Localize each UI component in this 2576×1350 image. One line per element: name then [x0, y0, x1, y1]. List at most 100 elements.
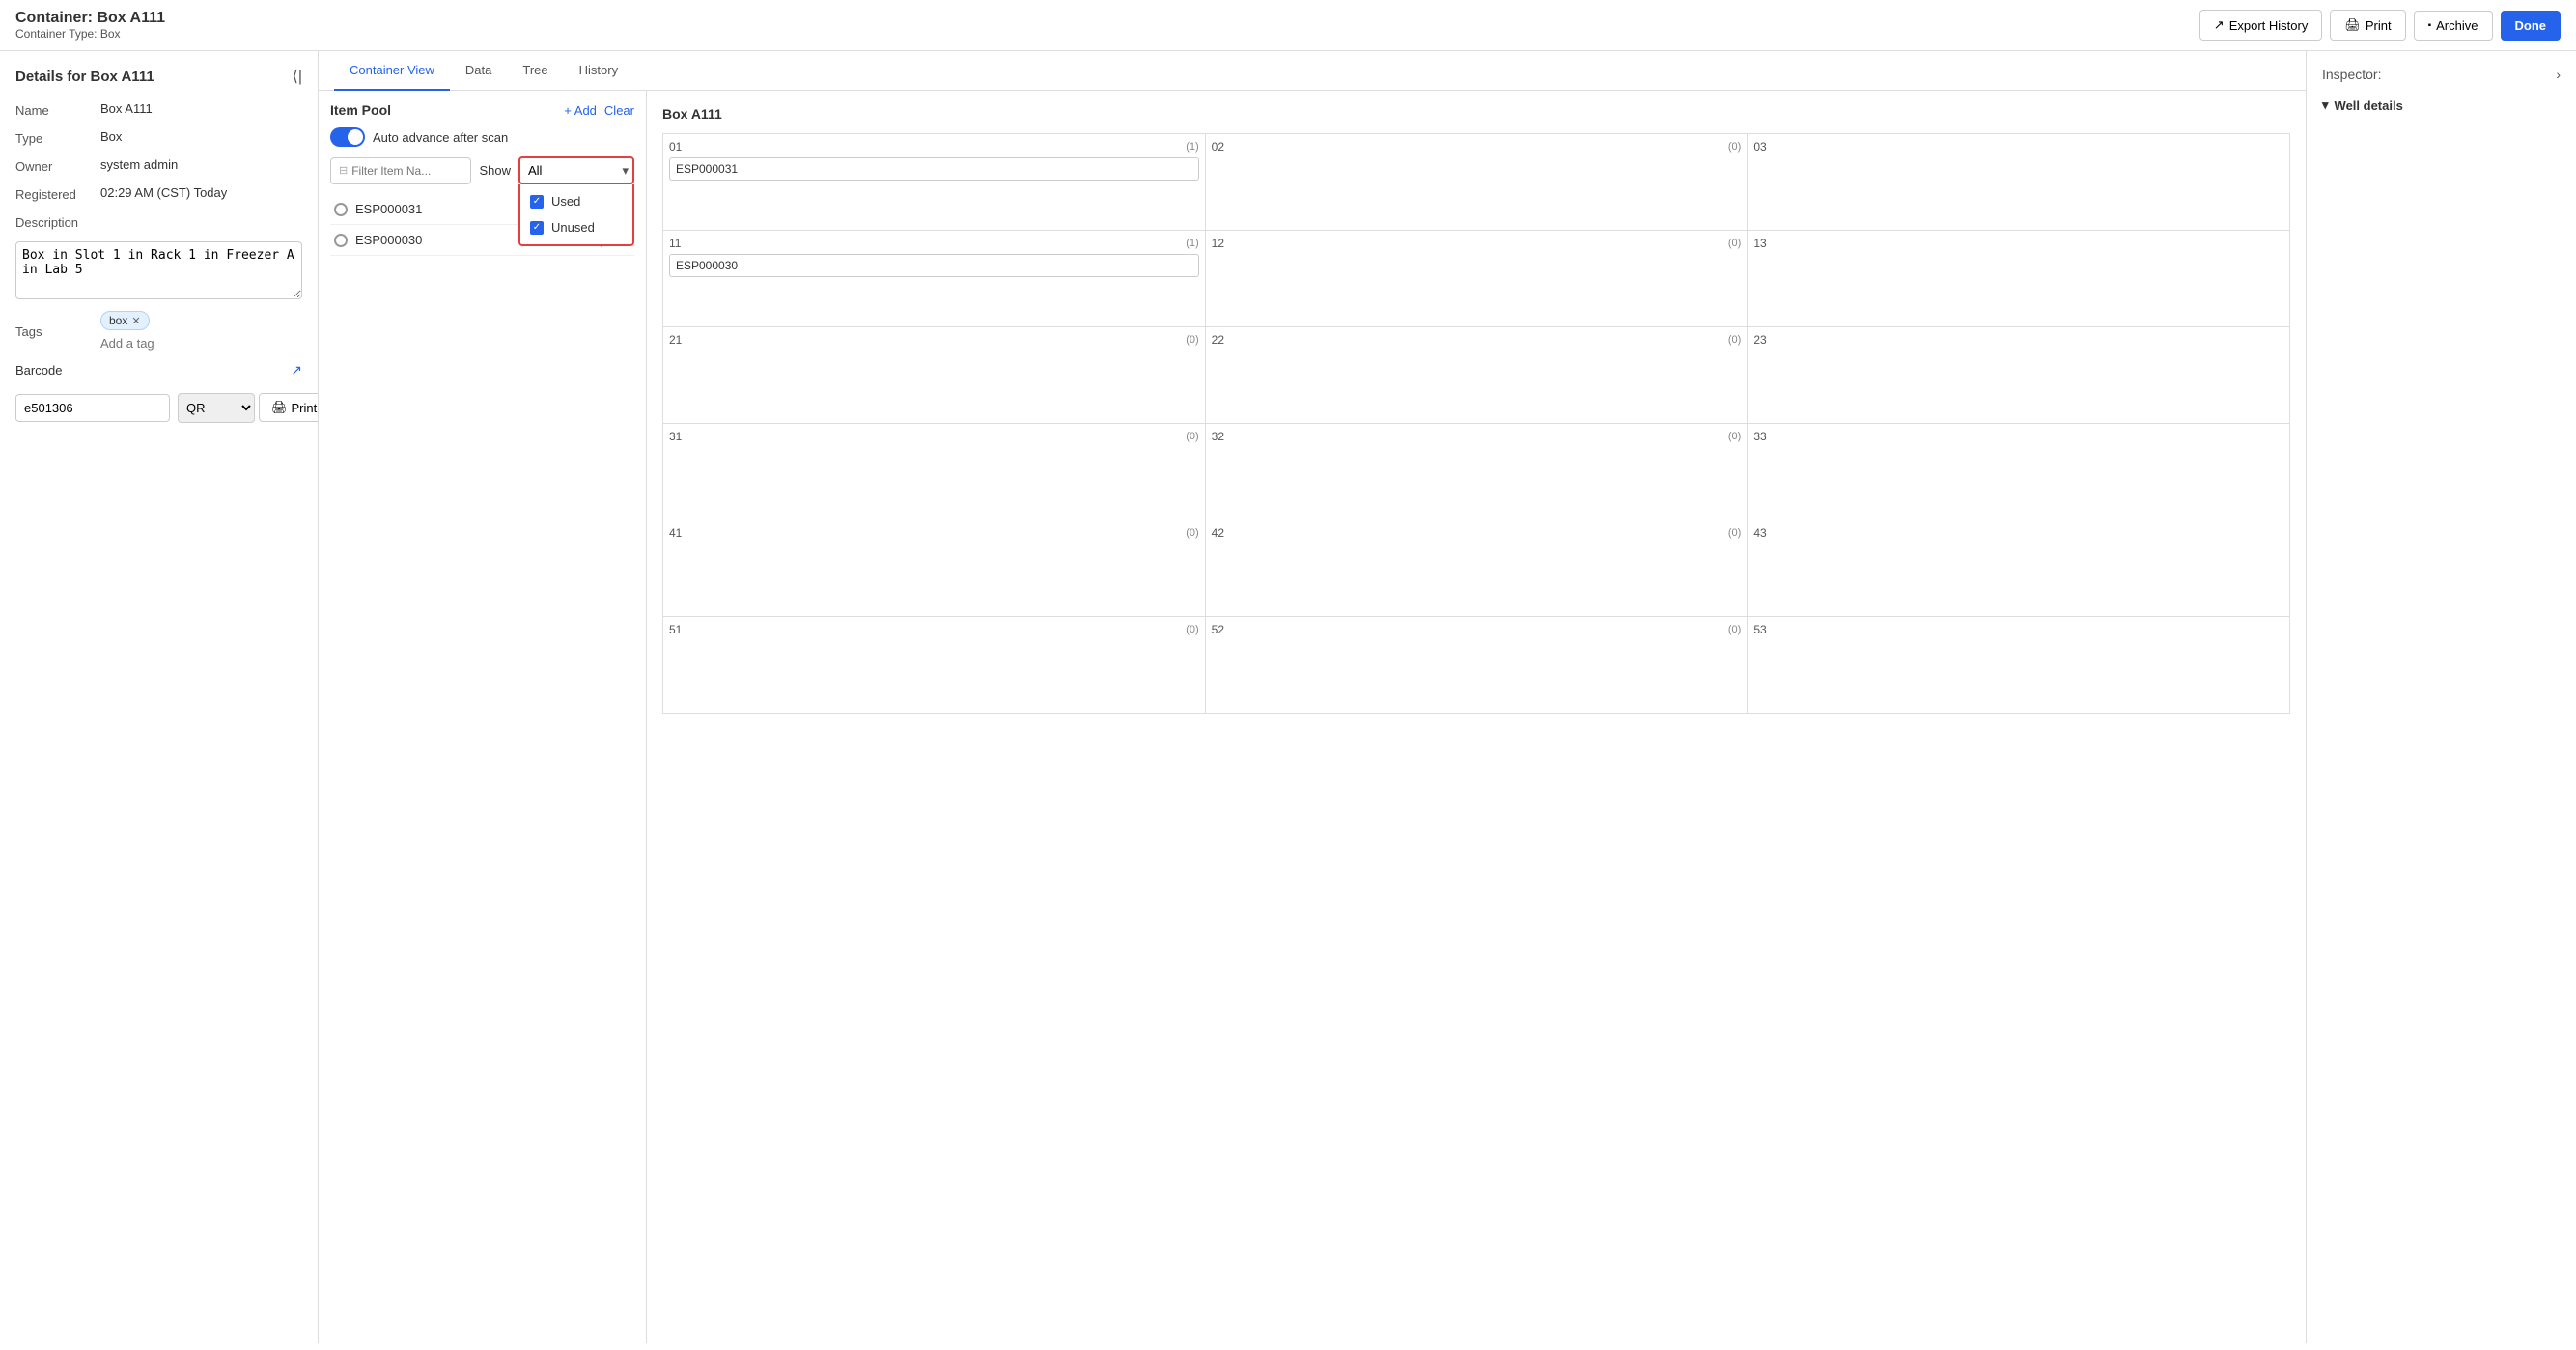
grid-cell[interactable]: 33 — [1748, 424, 2290, 520]
header-title-section: Container: Box A111 Container Type: Box — [15, 10, 165, 41]
cell-number: 12 — [1212, 237, 1224, 250]
grid-cell[interactable]: 03 — [1748, 134, 2290, 231]
grid-cell[interactable]: 12(0) — [1206, 231, 1749, 327]
unused-label: Unused — [551, 220, 595, 235]
barcode-input-row: QR 🖨 Print — [15, 384, 302, 431]
box-grid-area: Box A111 01(1)ESP00003102(0)03 11(1)ESP00… — [647, 91, 2306, 1343]
item-pool-title: Item Pool — [330, 102, 391, 118]
barcode-print-button[interactable]: 🖨 Print — [259, 393, 319, 422]
grid-cell[interactable]: 11(1)ESP000030 — [663, 231, 1206, 327]
tab-container-view[interactable]: Container View — [334, 51, 450, 91]
grid-cell[interactable]: 13 — [1748, 231, 2290, 327]
filter-input-wrapper: ⊟ — [330, 157, 471, 184]
cell-number: 01 — [669, 140, 682, 154]
auto-advance-toggle[interactable] — [330, 127, 365, 147]
description-label: Description — [15, 213, 93, 230]
cell-count: (0) — [1728, 334, 1741, 346]
show-label: Show — [479, 163, 511, 178]
grid-cell[interactable]: 21(0) — [663, 327, 1206, 424]
description-textarea[interactable]: Box in Slot 1 in Rack 1 in Freezer A in … — [15, 241, 302, 299]
tab-tree[interactable]: Tree — [507, 51, 563, 91]
content-area: Container View Data Tree History Item Po… — [319, 51, 2306, 1343]
grid-cell[interactable]: 23 — [1748, 327, 2290, 424]
cell-number: 51 — [669, 623, 682, 636]
tag-input[interactable] — [100, 336, 270, 351]
owner-field-row: Owner system admin — [15, 157, 302, 174]
print-button[interactable]: 🖨 Print — [2330, 10, 2405, 41]
container-title: Container: Box A111 — [15, 10, 165, 27]
item-pool-actions: + Add Clear — [564, 103, 634, 118]
show-filter-dropdown-menu: Used Unused — [518, 184, 634, 246]
cell-count: (0) — [1728, 624, 1741, 635]
grid-cell[interactable]: 41 (0) — [663, 520, 1206, 617]
filter-input[interactable] — [351, 164, 458, 178]
well-details-label: Well details — [2335, 98, 2403, 113]
dropdown-item-used[interactable]: Used — [520, 188, 632, 214]
grid-cell[interactable]: 51(0) — [663, 617, 1206, 714]
barcode-section: Barcode ↗ QR 🖨 Print — [15, 362, 302, 431]
show-dropdown-wrapper: All Used Unused ▾ Used — [518, 156, 634, 184]
cell-number: 23 — [1753, 333, 1766, 347]
tags-label: Tags — [15, 323, 93, 339]
grid-cell[interactable]: 32 (0) — [1206, 424, 1749, 520]
show-filter-select[interactable]: All Used Unused — [518, 156, 634, 184]
tab-data[interactable]: Data — [450, 51, 507, 91]
barcode-link-icon[interactable]: ↗ — [291, 362, 302, 379]
cell-count: (0) — [1186, 334, 1198, 346]
header-actions: ↗ Export History 🖨 Print ▪ Archive Done — [2199, 10, 2561, 41]
name-label: Name — [15, 101, 93, 118]
grid-cell[interactable]: 31(0) — [663, 424, 1206, 520]
cell-number: 32 — [1212, 430, 1224, 443]
grid-cell[interactable]: 43 — [1748, 520, 2290, 617]
item-pool-header: Item Pool + Add Clear — [330, 102, 634, 118]
inspector-header: Inspector: › — [2322, 67, 2561, 82]
type-label: Type — [15, 129, 93, 146]
grid-cell[interactable]: 01(1)ESP000031 — [663, 134, 1206, 231]
cell-count: (0) — [1186, 527, 1198, 539]
cell-number: 22 — [1212, 333, 1224, 347]
cell-count: (0) — [1186, 431, 1198, 442]
cell-number: 41 — [669, 526, 682, 540]
barcode-label: Barcode — [15, 363, 62, 378]
item-id-1: ESP000030 — [355, 233, 526, 247]
collapse-sidebar-icon[interactable]: ⟨| — [293, 67, 302, 86]
tags-field-row: Tags box ✕ — [15, 311, 302, 351]
item-pool-panel: Item Pool + Add Clear Auto advance after… — [319, 91, 647, 1343]
barcode-type-select[interactable]: QR — [178, 393, 255, 423]
inspector-label: Inspector: — [2322, 67, 2381, 82]
barcode-input[interactable] — [15, 394, 170, 422]
tab-history[interactable]: History — [564, 51, 633, 91]
add-item-button[interactable]: + Add — [564, 103, 597, 118]
filter-row: ⊟ Show All Used Unused ▾ — [330, 156, 634, 184]
well-details-arrow-icon: ▾ — [2322, 98, 2329, 113]
unused-checkbox[interactable] — [530, 221, 544, 235]
cell-number: 11 — [669, 237, 681, 250]
grid-cell[interactable]: 02(0) — [1206, 134, 1749, 231]
name-field-row: Name Box A111 — [15, 101, 302, 118]
grid-cell[interactable]: 52 (0) — [1206, 617, 1749, 714]
dropdown-item-unused[interactable]: Unused — [520, 214, 632, 240]
app-header: Container: Box A111 Container Type: Box … — [0, 0, 2576, 51]
item-radio-0[interactable] — [334, 203, 348, 216]
done-button[interactable]: Done — [2501, 11, 2562, 41]
grid-cell[interactable]: 53 — [1748, 617, 2290, 714]
owner-value: system admin — [100, 157, 178, 172]
tag-remove-icon[interactable]: ✕ — [131, 315, 140, 327]
cell-item[interactable]: ESP000030 — [669, 254, 1199, 277]
cell-number: 52 — [1212, 623, 1224, 636]
clear-items-button[interactable]: Clear — [604, 103, 634, 118]
inspector-close-icon[interactable]: › — [2556, 67, 2561, 82]
box-grid-title: Box A111 — [662, 106, 2290, 122]
cell-item[interactable]: ESP000031 — [669, 157, 1199, 181]
cell-number: 13 — [1753, 237, 1766, 250]
cell-count: (0) — [1728, 431, 1741, 442]
item-radio-1[interactable] — [334, 234, 348, 247]
used-checkbox[interactable] — [530, 195, 544, 209]
cell-count: (0) — [1728, 527, 1741, 539]
sidebar: Details for Box A111 ⟨| Name Box A111 Ty… — [0, 51, 319, 1343]
export-history-button[interactable]: ↗ Export History — [2199, 10, 2323, 41]
archive-button[interactable]: ▪ Archive — [2414, 11, 2493, 41]
cell-number: 33 — [1753, 430, 1766, 443]
grid-cell[interactable]: 42(0) — [1206, 520, 1749, 617]
grid-cell[interactable]: 22 (0) — [1206, 327, 1749, 424]
